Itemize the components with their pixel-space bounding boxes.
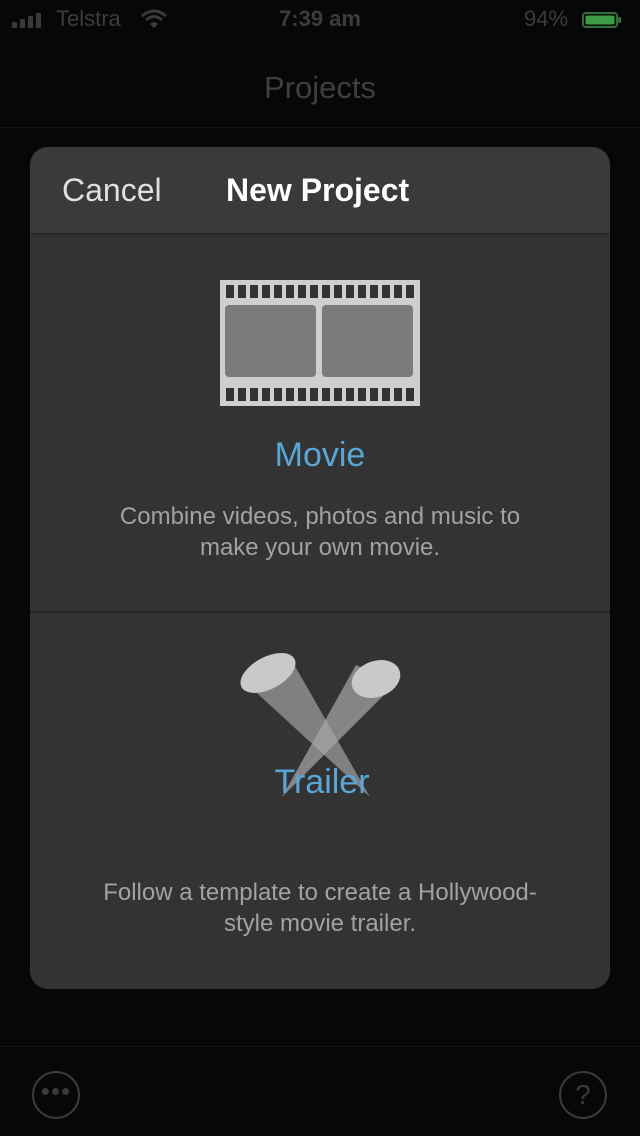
help-button[interactable]: ?	[559, 1071, 607, 1119]
battery-percent: 94%	[524, 6, 569, 31]
new-project-sheet: Cancel New Project Movie Combine videos,…	[30, 147, 610, 989]
more-options-button[interactable]: •••	[32, 1071, 80, 1119]
cancel-button[interactable]: Cancel	[62, 172, 162, 209]
trailer-option[interactable]: Trailer Follow a template to create a Ho…	[30, 613, 610, 989]
movie-label: Movie	[274, 436, 366, 474]
sheet-header: Cancel New Project	[30, 147, 610, 235]
trailer-label: Trailer	[274, 763, 370, 801]
bottom-toolbar: ••• ?	[0, 1046, 640, 1136]
nav-header: Projects	[0, 40, 640, 128]
battery-icon	[582, 12, 622, 28]
sheet-title: New Project	[226, 172, 410, 208]
page-title: Projects	[264, 70, 376, 105]
trailer-description: Follow a template to create a Hollywood-…	[103, 879, 537, 937]
film-strip-icon	[220, 280, 420, 406]
movie-description: Combine videos, photos and music to make…	[119, 503, 521, 561]
movie-option[interactable]: Movie Combine videos, photos and music t…	[30, 235, 610, 613]
status-bar: Telstra 7:39 am 94%	[0, 0, 640, 40]
